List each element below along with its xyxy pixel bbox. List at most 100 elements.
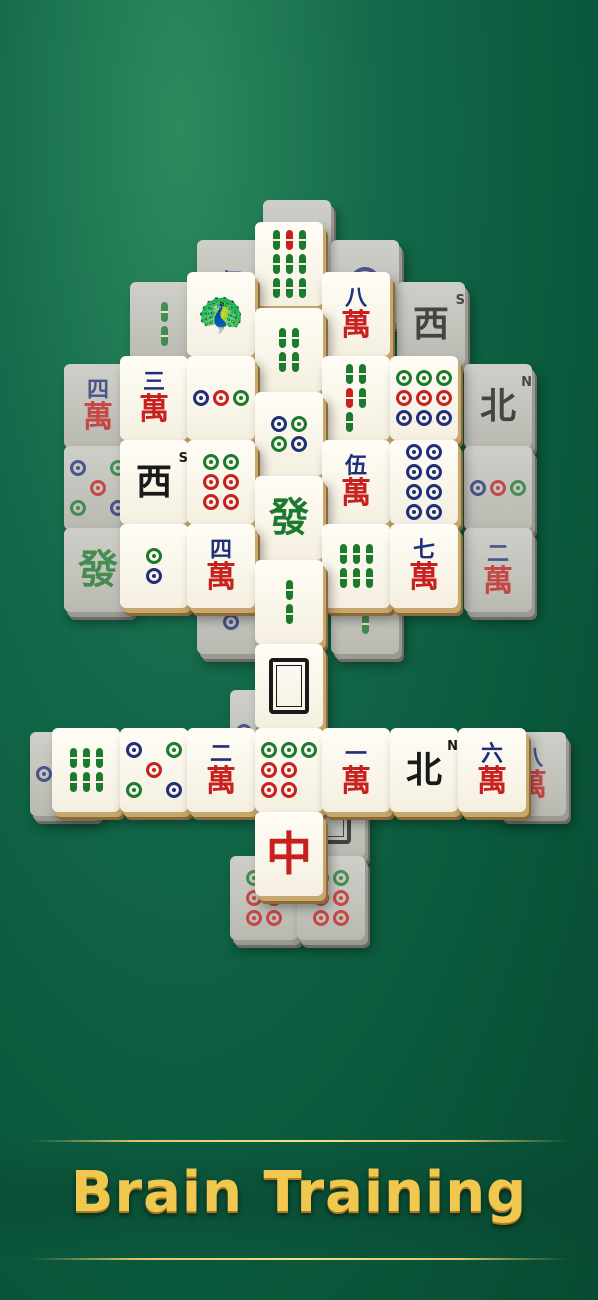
dot-icon (90, 480, 106, 496)
dot-icon (436, 390, 452, 406)
tile-wind: 西S (412, 294, 465, 345)
bamboo-stick (365, 544, 373, 564)
wind-character: 北 (479, 385, 516, 427)
bamboo-pattern-icon (279, 328, 299, 372)
tile-face (396, 370, 452, 426)
mahjong-tile[interactable] (52, 728, 120, 812)
bamboo-stick (339, 544, 347, 564)
dot-icon (203, 474, 219, 490)
bamboo-stick (359, 388, 366, 408)
dot-spacer (126, 762, 142, 778)
mahjong-tile[interactable]: 北N (464, 364, 532, 448)
dots-pattern-icon (396, 370, 452, 426)
mahjong-tile[interactable] (255, 392, 323, 476)
banner-title: Brain Training (70, 1160, 528, 1225)
dot-spacer (70, 480, 86, 496)
dot-icon (436, 410, 452, 426)
tile-face: 二萬 (206, 743, 236, 797)
dots-pattern-icon (203, 454, 239, 510)
mahjong-tile[interactable] (322, 524, 390, 608)
banner-bottom-line (30, 1258, 568, 1260)
tile-character: 萬 (83, 400, 113, 435)
mahjong-tile[interactable]: 北N (390, 728, 458, 812)
bird-icon: 🦚 (197, 292, 245, 336)
green-dragon-character: 發 (78, 546, 118, 593)
dot-icon (333, 890, 349, 906)
dot-icon (166, 782, 182, 798)
mahjong-tile[interactable] (322, 356, 390, 440)
mahjong-tile[interactable] (255, 728, 323, 812)
dot-icon (396, 410, 412, 426)
mahjong-tile[interactable] (390, 356, 458, 440)
mahjong-tile[interactable] (464, 446, 532, 530)
dot-icon (333, 870, 349, 886)
mahjong-tile[interactable]: 二萬 (187, 728, 255, 812)
dot-icon (261, 742, 277, 758)
dot-icon (281, 762, 297, 778)
mahjong-tile[interactable] (187, 440, 255, 524)
tile-number: 四 (86, 377, 109, 403)
mahjong-tile[interactable]: 八萬 (322, 272, 390, 356)
bamboo-stick (346, 388, 353, 408)
dots-pattern-icon (146, 548, 162, 584)
dot-icon (126, 742, 142, 758)
tile-face: 中 (266, 831, 312, 877)
mahjong-tile[interactable]: 🦚 (187, 272, 255, 356)
tile-character: 萬 (409, 560, 439, 595)
dot-icon (426, 484, 442, 500)
dot-icon (203, 494, 219, 510)
mahjong-tile[interactable]: 七萬 (390, 524, 458, 608)
bamboo-stick (272, 278, 280, 298)
mahjong-tile[interactable]: 三萬 (120, 356, 188, 440)
mahjong-tile[interactable] (390, 440, 458, 524)
mahjong-tile[interactable]: 一萬 (322, 728, 390, 812)
dot-icon (271, 436, 287, 452)
tile-face: 四萬 (83, 379, 113, 433)
dot-icon (146, 568, 162, 584)
mahjong-tile[interactable] (187, 356, 255, 440)
dot-icon (70, 500, 86, 516)
dot-icon (246, 910, 262, 926)
mahjong-tile[interactable] (255, 644, 323, 728)
tile-number: 伍 (344, 453, 367, 479)
dots-pattern-icon (126, 742, 182, 798)
wind-character: 西 (135, 461, 172, 503)
dot-icon (213, 390, 229, 406)
dot-icon (223, 614, 239, 630)
bamboo-stick (359, 364, 366, 384)
tile-face (470, 480, 526, 496)
dot-icon (146, 762, 162, 778)
dot-icon (166, 742, 182, 758)
bamboo-stick (95, 748, 103, 768)
dot-icon (223, 454, 239, 470)
tile-number: 四 (209, 537, 232, 563)
bamboo-stick (279, 328, 286, 348)
mahjong-tile[interactable]: 西S (397, 282, 465, 366)
mahjong-tile[interactable]: 發 (255, 476, 323, 560)
bamboo-pattern-icon (346, 364, 366, 432)
bamboo-stick (82, 748, 90, 768)
mahjong-tile[interactable] (120, 728, 188, 812)
mahjong-tile[interactable] (120, 524, 188, 608)
dot-spacer (301, 782, 317, 798)
mahjong-tile[interactable] (255, 308, 323, 392)
white-dragon-icon (269, 658, 309, 714)
mahjong-tile[interactable] (255, 560, 323, 644)
wind-character: 西 (412, 303, 449, 345)
mahjong-tile[interactable]: 四萬 (187, 524, 255, 608)
mahjong-tile[interactable]: 伍萬 (322, 440, 390, 524)
dots-pattern-icon (70, 460, 126, 516)
mahjong-tile[interactable] (255, 222, 323, 306)
mahjong-tile[interactable]: 西S (120, 440, 188, 524)
mahjong-tile[interactable]: 六萬 (458, 728, 526, 812)
tile-character: 萬 (341, 764, 371, 799)
wind-direction: S (455, 293, 465, 308)
mahjong-tile[interactable]: 中 (255, 812, 323, 896)
mahjong-tile[interactable]: 二萬 (464, 528, 532, 612)
dot-icon (223, 474, 239, 490)
tile-face (279, 328, 299, 372)
wind-direction: N (521, 375, 532, 390)
bamboo-stick (279, 352, 286, 372)
bamboo-stick (292, 352, 299, 372)
bamboo-pattern-icon (272, 230, 306, 298)
